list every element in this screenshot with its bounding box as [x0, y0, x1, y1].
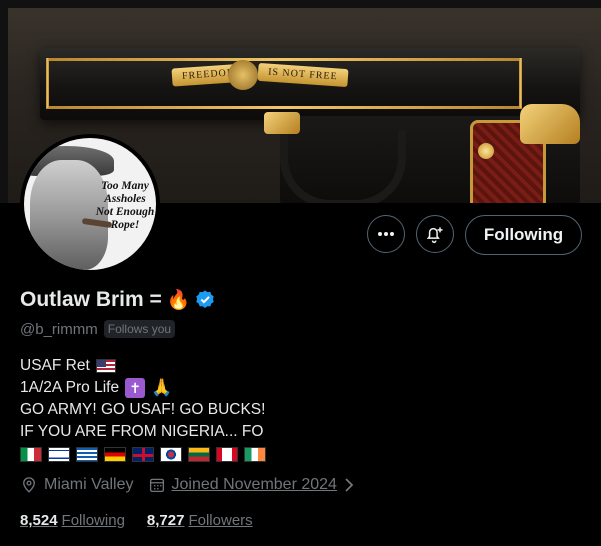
avatar-caption-line: Too Many: [101, 180, 149, 192]
following-button[interactable]: Following: [465, 215, 582, 255]
lithuania-flag-icon: [188, 447, 210, 462]
calendar-icon: [149, 478, 164, 493]
followers-label: Followers: [188, 512, 253, 529]
location-pin-icon: [23, 477, 35, 493]
avatar-caption-line: Assholes: [104, 193, 146, 205]
avatar-caption: Too Many Assholes Not Enough Rope!: [90, 180, 156, 232]
follow-counts: 8,524 Following 8,727 Followers: [20, 512, 275, 529]
bio-text: USAF Ret: [20, 357, 90, 374]
verified-badge-icon[interactable]: [194, 289, 216, 311]
uk-flag-icon: [132, 447, 154, 462]
follows-you-badge: Follows you: [103, 320, 176, 338]
gold-inlay: [519, 58, 522, 108]
handle-row: @b_rimmm Follows you: [20, 320, 176, 338]
germany-flag-icon: [104, 447, 126, 462]
pistol-hammer: [520, 104, 580, 144]
avatar-caption-line: Rope!: [110, 219, 140, 231]
profile-bio: USAF Ret 1A/2A Pro Life ✝ 🙏 GO ARMY! GO …: [20, 355, 266, 462]
user-handle: @b_rimmm: [20, 320, 98, 338]
bio-line: IF YOU ARE FROM NIGERIA... FO: [20, 423, 264, 440]
following-label: Following: [61, 512, 125, 529]
south-korea-flag-icon: [160, 447, 182, 462]
following-count: 8,524: [20, 512, 58, 529]
more-options-button[interactable]: [367, 215, 405, 253]
bio-line: GO ARMY! GO USAF! GO BUCKS!: [20, 401, 266, 418]
followers-count: 8,727: [146, 512, 185, 529]
avatar-caption-line: Not Enough: [95, 206, 155, 218]
gold-inlay: [46, 58, 49, 108]
us-flag-icon: [95, 359, 116, 373]
gold-inlay: [46, 58, 522, 61]
canada-flag-icon: [216, 447, 238, 462]
eagle-emblem: [228, 60, 258, 90]
ireland-flag-icon: [244, 447, 266, 462]
location: Miami Valley: [20, 476, 134, 494]
flag-row: [20, 447, 266, 462]
following-count-link[interactable]: 8,524 Following: [20, 512, 125, 529]
avatar[interactable]: Too Many Assholes Not Enough Rope!: [20, 134, 160, 274]
notification-bell-icon: [426, 227, 443, 244]
greece-flag-icon: [76, 447, 98, 462]
notifications-button[interactable]: [416, 215, 454, 253]
banner-frame: [0, 0, 601, 8]
profile-meta: Miami Valley Joined November 2024: [20, 476, 375, 494]
joined-date[interactable]: Joined November 2024: [148, 476, 361, 494]
bio-line: 1A/2A Pro Life ✝ 🙏: [20, 377, 266, 399]
banner-frame: [0, 0, 8, 203]
praying-hands-icon: 🙏: [151, 378, 173, 397]
profile-name-row: Outlaw Brim = 🔥: [20, 288, 216, 312]
pistol-trigger-guard: [280, 130, 406, 203]
bio-line: USAF Ret: [20, 355, 266, 377]
grip-screw: [478, 143, 494, 159]
gold-inlay: [46, 106, 522, 109]
display-name: Outlaw Brim =: [20, 288, 162, 311]
bio-text: 1A/2A Pro Life: [20, 379, 120, 396]
cross-icon: ✝: [125, 378, 146, 398]
joined-text[interactable]: Joined November 2024: [172, 476, 337, 494]
israel-flag-icon: [48, 447, 70, 462]
avatar-image: Too Many Assholes Not Enough Rope!: [24, 138, 156, 270]
followers-count-link[interactable]: 8,727 Followers: [147, 512, 253, 529]
location-text: Miami Valley: [44, 476, 134, 493]
italy-flag-icon: [20, 447, 42, 462]
pistol-gold-part: [264, 112, 300, 134]
fire-emoji: 🔥: [166, 289, 191, 311]
chevron-right-icon[interactable]: [343, 477, 355, 493]
more-icon: [378, 232, 394, 236]
